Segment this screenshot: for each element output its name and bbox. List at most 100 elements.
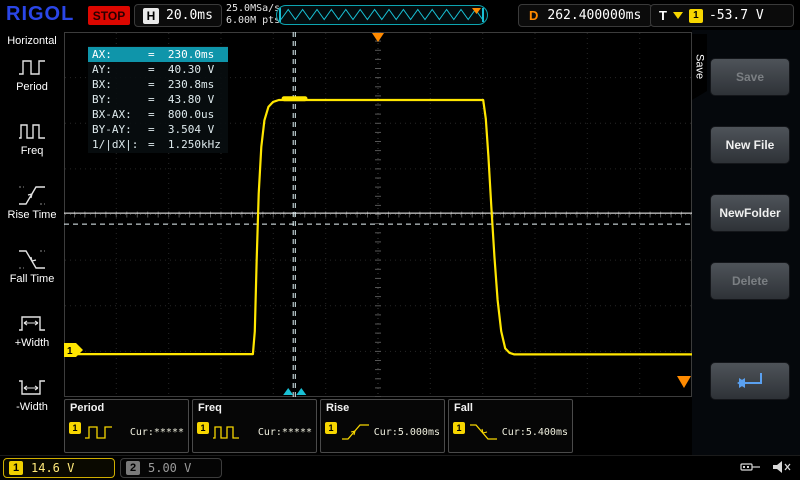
menu-item-freq[interactable]: Freq — [0, 119, 64, 183]
cursor-value: = 1.250kHz — [148, 137, 221, 152]
channel-badge: 1 — [197, 422, 209, 434]
top-status-bar: RIGOL STOP H 20.0ms 25.0MSa/s 6.00M pts … — [0, 0, 800, 30]
menu-item-period[interactable]: Period — [0, 55, 64, 119]
rigol-logo: RIGOL — [6, 3, 74, 26]
fall-time-icon — [17, 247, 47, 271]
menu-tab-save: Save — [692, 34, 707, 100]
svg-text:1: 1 — [67, 346, 73, 357]
channel-badge: 1 — [325, 422, 337, 434]
measurement-box-period[interactable]: Period 1 Cur:***** Avg:***** Max:***** M… — [64, 399, 189, 453]
channel-1-scale: 14.6 V — [31, 461, 74, 475]
preview-waveform-icon — [277, 6, 487, 24]
confirm-return-button[interactable] — [710, 362, 790, 400]
delete-button[interactable]: Delete — [710, 262, 790, 300]
h-label: H — [143, 8, 159, 24]
channel-2-box[interactable]: 2 5.00 V — [120, 458, 222, 478]
trigger-readout-group[interactable]: T 1 -53.7 V — [650, 4, 794, 27]
minus-width-icon — [17, 375, 47, 399]
cursor-label: AY: — [92, 62, 148, 77]
trigger-level-value: -53.7 V — [709, 8, 764, 23]
period-icon — [84, 422, 116, 442]
measurement-strip: Period 1 Cur:***** Avg:***** Max:***** M… — [64, 399, 573, 454]
channel-1-badge: 1 — [9, 461, 23, 475]
sample-rate: 25.0MSa/s — [226, 3, 280, 15]
cursor-row-ay: AY:= 40.30 V — [88, 62, 228, 77]
cursor-value: = 230.0ms — [148, 47, 214, 62]
status-icons — [740, 460, 792, 474]
speaker-muted-icon — [772, 460, 792, 474]
usb-icon — [740, 460, 762, 474]
measure-menu-items: Period Freq Rise Time — [0, 55, 64, 439]
menu-item-label: Rise Time — [8, 209, 57, 221]
delay-value: 262.400000ms — [547, 8, 641, 23]
measure-menu-title: Horizontal — [0, 30, 64, 47]
fall-time-icon — [468, 422, 500, 442]
cursor-row-byay: BY-AY:= 3.504 V — [88, 122, 228, 137]
measurement-box-freq[interactable]: Freq 1 Cur:***** Avg:***** Max:***** Min… — [192, 399, 317, 453]
channel-badge: 1 — [69, 422, 81, 434]
cursor-row-bx: BX:= 230.8ms — [88, 77, 228, 92]
return-arrow-icon — [733, 369, 767, 393]
measurement-name: Fall — [454, 402, 473, 414]
cursor-value: = 3.504 V — [148, 122, 214, 137]
stat-cur: Cur:***** — [130, 427, 184, 439]
menu-item-rise-time[interactable]: Rise Time — [0, 183, 64, 247]
menu-item-label: Fall Time — [10, 273, 55, 285]
measurement-name: Period — [70, 402, 104, 414]
cursor-label: AX: — [92, 47, 148, 62]
delay-readout-group[interactable]: D 262.400000ms — [518, 4, 652, 27]
oscilloscope-screen: RIGOL STOP H 20.0ms 25.0MSa/s 6.00M pts … — [0, 0, 800, 480]
cursor-row-ax: AX:= 230.0ms — [88, 47, 228, 62]
channel-2-scale: 5.00 V — [148, 461, 191, 475]
waveform-display-area: 1 AX:= 230.0ms AY:= 40.30 V BX:= 230.8ms… — [64, 32, 692, 397]
cursor-value: = 800.0us — [148, 107, 214, 122]
menu-item-plus-width[interactable]: +Width — [0, 311, 64, 375]
cursor-row-by: BY:= 43.80 V — [88, 92, 228, 107]
cursor-value: = 43.80 V — [148, 92, 214, 107]
measure-menu: Horizontal Period Freq R — [0, 30, 64, 455]
new-folder-button[interactable]: NewFolder — [710, 194, 790, 232]
measurement-name: Rise — [326, 402, 349, 414]
measurement-box-fall[interactable]: Fall 1 Cur:5.400ms Avg:5.400ms Max:5.400… — [448, 399, 573, 453]
freq-icon — [212, 422, 244, 442]
cursor-row-bxax: BX-AX:= 800.0us — [88, 107, 228, 122]
menu-item-fall-time[interactable]: Fall Time — [0, 247, 64, 311]
waveform-preview-strip — [276, 5, 488, 25]
cursor-row-freq: 1/|dX|:= 1.250kHz — [88, 137, 228, 152]
memory-depth: 6.00M pts — [226, 15, 280, 27]
channel-1-box[interactable]: 1 14.6 V — [3, 458, 115, 478]
cursor-label: BX: — [92, 77, 148, 92]
cursor-label: BX-AX: — [92, 107, 148, 122]
stat-cur: Cur:5.400ms — [502, 427, 568, 439]
timebase-value: 20.0ms — [166, 8, 213, 23]
channel-status-bar: 1 14.6 V 2 5.00 V — [0, 455, 800, 480]
period-icon — [17, 55, 47, 79]
run-state-badge[interactable]: STOP — [88, 6, 130, 25]
new-file-button[interactable]: New File — [710, 126, 790, 164]
stat-cur: Cur:***** — [258, 427, 312, 439]
menu-item-label: +Width — [15, 337, 50, 349]
cursor-label: BY: — [92, 92, 148, 107]
menu-item-label: Freq — [21, 145, 44, 157]
measurement-box-rise[interactable]: Rise 1 Cur:5.000ms Avg:5.000ms Max:5.000… — [320, 399, 445, 453]
rise-time-icon — [17, 183, 47, 207]
menu-item-minus-width[interactable]: -Width — [0, 375, 64, 439]
d-label: D — [529, 8, 538, 23]
freq-icon — [17, 119, 47, 143]
menu-item-label: Period — [16, 81, 48, 93]
trigger-edge-icon — [673, 12, 683, 19]
trigger-source-badge: 1 — [689, 9, 703, 23]
rise-time-icon — [340, 422, 372, 442]
measurement-name: Freq — [198, 402, 222, 414]
save-button[interactable]: Save — [710, 58, 790, 96]
cursor-value: = 40.30 V — [148, 62, 214, 77]
channel-2-badge: 2 — [126, 461, 140, 475]
softkey-menu: Save Save New File NewFolder Delete — [692, 30, 800, 455]
horizontal-timebase-group[interactable]: H 20.0ms — [134, 4, 222, 27]
plus-width-icon — [17, 311, 47, 335]
cursor-label: BY-AY: — [92, 122, 148, 137]
t-label: T — [659, 8, 667, 23]
cursor-label: 1/|dX|: — [92, 137, 148, 152]
channel-badge: 1 — [453, 422, 465, 434]
acquisition-info: 25.0MSa/s 6.00M pts — [226, 3, 280, 27]
